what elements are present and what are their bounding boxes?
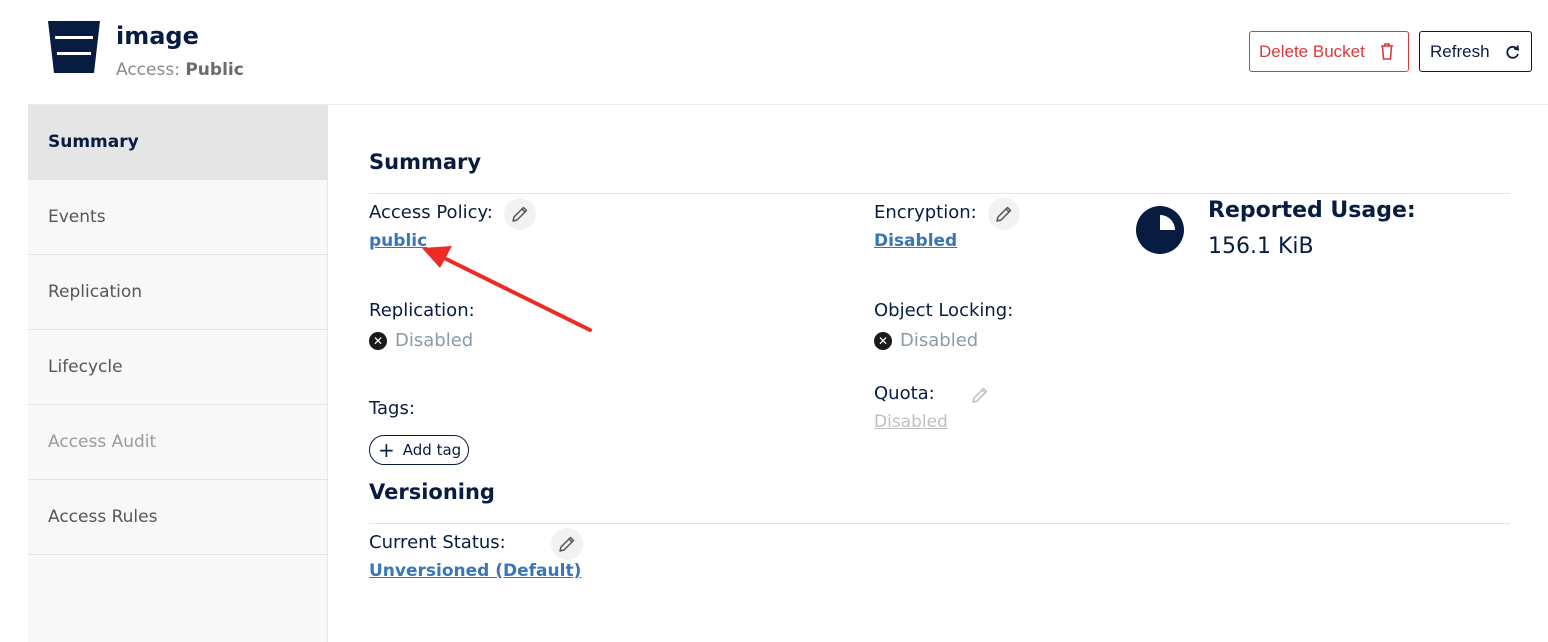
summary-title: Summary — [369, 150, 482, 174]
object-locking-status-text: Disabled — [900, 330, 979, 351]
encryption-link[interactable]: Disabled — [874, 231, 957, 251]
current-status-label: Current Status: — [369, 532, 506, 553]
access-policy-link[interactable]: public — [369, 231, 427, 251]
quota-label: Quota: — [874, 383, 935, 404]
pencil-icon — [972, 387, 988, 403]
delete-bucket-button[interactable]: Delete Bucket — [1249, 31, 1409, 72]
pie-chart-icon — [1136, 206, 1184, 254]
versioning-divider — [369, 523, 1510, 524]
versioning-title: Versioning — [369, 480, 495, 504]
bucket-name: image — [116, 22, 199, 50]
x-circle-icon: ✕ — [369, 331, 387, 350]
refresh-button[interactable]: Refresh — [1419, 31, 1532, 72]
quota-link[interactable]: Disabled — [874, 412, 948, 432]
object-locking-label: Object Locking: — [874, 300, 1014, 321]
delete-bucket-label: Delete Bucket — [1259, 41, 1365, 61]
versioning-status-link[interactable]: Unversioned (Default) — [369, 561, 581, 581]
plus-icon: + — [378, 438, 395, 462]
replication-status: ✕ Disabled — [369, 330, 473, 351]
pencil-icon — [559, 536, 575, 552]
access-value: Public — [185, 60, 244, 80]
bucket-icon — [48, 21, 100, 73]
reported-usage-value: 156.1 KiB — [1208, 234, 1314, 259]
x-circle-icon: ✕ — [874, 331, 892, 350]
access-label: Access: — [116, 60, 180, 80]
replication-status-text: Disabled — [395, 330, 474, 351]
edit-quota-button[interactable] — [964, 379, 996, 411]
sidebar-item-access-rules[interactable]: Access Rules — [28, 480, 328, 555]
summary-divider — [369, 193, 1510, 194]
bucket-access: Access: Public — [116, 60, 244, 80]
object-locking-status: ✕ Disabled — [874, 330, 978, 351]
access-policy-label: Access Policy: — [369, 202, 493, 223]
trash-icon — [1381, 43, 1393, 60]
sidebar-item-replication[interactable]: Replication — [28, 255, 328, 330]
edit-encryption-button[interactable] — [988, 198, 1020, 230]
pencil-icon — [512, 206, 528, 222]
edit-versioning-button[interactable] — [551, 528, 583, 560]
encryption-label: Encryption: — [874, 202, 977, 223]
pencil-icon — [996, 206, 1012, 222]
refresh-icon — [1506, 45, 1520, 59]
sidebar: Summary Events Replication Lifecycle Acc… — [28, 105, 328, 642]
sidebar-item-summary[interactable]: Summary — [28, 105, 328, 180]
edit-access-policy-button[interactable] — [504, 198, 536, 230]
reported-usage-label: Reported Usage: — [1208, 198, 1416, 223]
replication-label: Replication: — [369, 300, 475, 321]
sidebar-item-events[interactable]: Events — [28, 180, 328, 255]
sidebar-item-access-audit[interactable]: Access Audit — [28, 405, 328, 480]
tags-label: Tags: — [369, 398, 415, 419]
add-tag-button[interactable]: + Add tag — [369, 435, 469, 465]
sidebar-item-lifecycle[interactable]: Lifecycle — [28, 330, 328, 405]
refresh-label: Refresh — [1430, 41, 1490, 61]
add-tag-label: Add tag — [402, 441, 462, 459]
